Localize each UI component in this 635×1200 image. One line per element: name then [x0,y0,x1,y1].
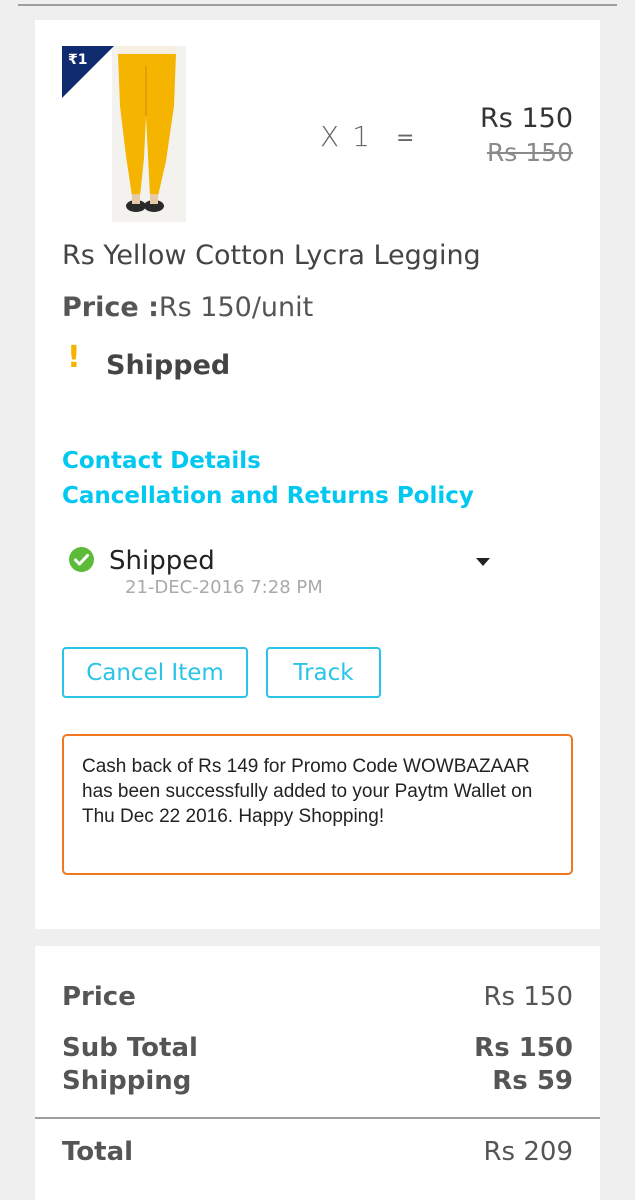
cancellation-policy-link[interactable]: Cancellation and Returns Policy [62,483,474,509]
item-total-price: Rs 150 [480,103,573,134]
contact-details-link[interactable]: Contact Details [62,448,261,474]
summary-total-value: Rs 209 [483,1137,573,1167]
item-status: Shipped [106,350,231,381]
cancel-item-button[interactable]: Cancel Item [62,647,248,698]
summary-subtotal-value: Rs 150 [474,1033,573,1063]
check-circle-icon [69,547,94,572]
summary-shipping-label: Shipping [62,1066,192,1096]
cashback-message-text: Cash back of Rs 149 for Promo Code WOWBA… [82,756,533,827]
equals-sign: = [396,126,415,151]
track-button[interactable]: Track [266,647,381,698]
tracking-date: 21-DEC-2016 7:28 PM [125,577,323,598]
product-name[interactable]: Rs Yellow Cotton Lycra Legging [62,240,481,271]
cashback-message: Cash back of Rs 149 for Promo Code WOWBA… [62,734,573,875]
summary-price-label: Price [62,982,136,1012]
item-original-price: Rs 150 [486,138,573,167]
unit-price-label: Price : [62,292,159,323]
quantity: X 1 [320,120,372,153]
summary-total-label: Total [62,1137,134,1167]
summary-price-value: Rs 150 [483,982,573,1012]
summary-subtotal-label: Sub Total [62,1033,198,1063]
summary-shipping-value: Rs 59 [492,1066,573,1096]
unit-price: Price :Rs 150/unit [62,292,313,323]
product-image[interactable]: ₹1 [62,46,186,222]
top-divider [18,4,617,6]
tracking-status: Shipped [109,546,215,576]
cashback-badge-text: ₹1 [68,52,88,68]
unit-price-value: Rs 150/unit [158,292,314,323]
chevron-down-icon[interactable] [476,558,490,566]
warning-icon: ! [67,340,81,375]
summary-divider [35,1117,600,1119]
